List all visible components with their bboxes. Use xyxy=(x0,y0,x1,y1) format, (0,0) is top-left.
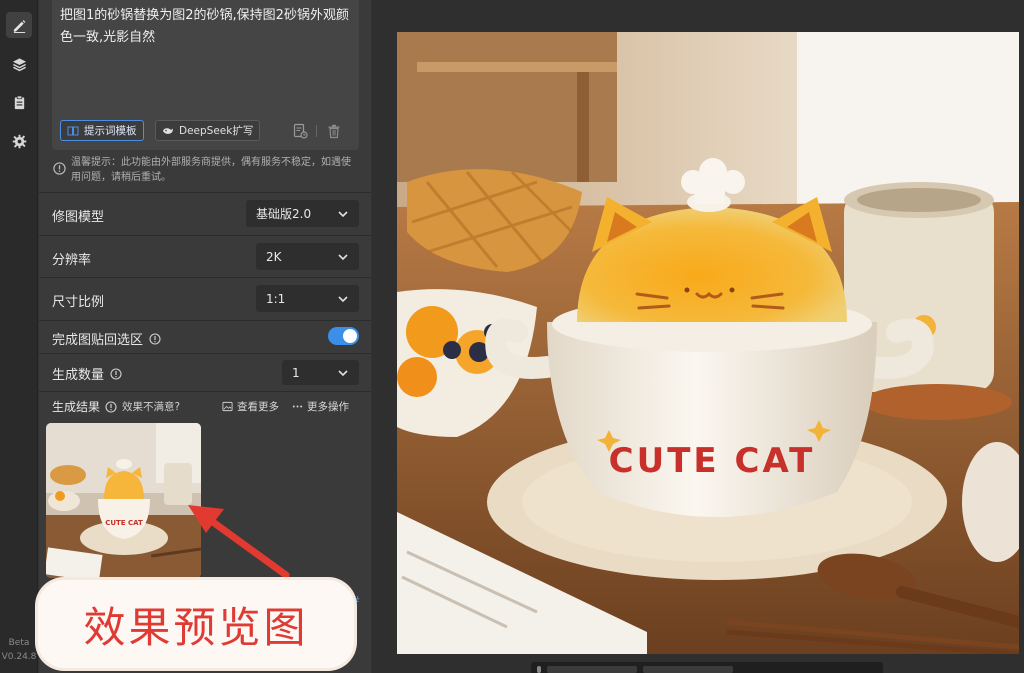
rail-layers-button[interactable] xyxy=(6,51,32,77)
prompt-textarea[interactable]: 把图1的砂锅替换为图2的砂锅,保持图2砂锅外观颜色一致,光影自然 xyxy=(60,5,350,49)
model-select[interactable]: 基础版2.0 xyxy=(246,200,359,227)
prompt-template-button[interactable]: 提示词模板 xyxy=(60,120,144,141)
version-label: Beta xyxy=(8,638,30,648)
toolbar-handle[interactable] xyxy=(537,666,541,673)
model-label: 修图模型 xyxy=(52,210,105,225)
count-label: 生成数量 xyxy=(52,368,105,383)
product-text: CUTE CAT xyxy=(609,441,816,481)
toolbar-segment-1[interactable] xyxy=(547,666,637,673)
view-more-label: 查看更多 xyxy=(237,401,279,413)
resolution-select[interactable]: 2K xyxy=(256,243,359,270)
app-window: Beta V0.24.8 把图1的砂锅替换为图2的砂锅,保持图2砂锅外观颜色一致… xyxy=(0,0,1024,673)
more-actions-link[interactable]: 更多操作 xyxy=(292,399,349,414)
rail-edit-button[interactable] xyxy=(6,12,32,38)
paste-back-toggle[interactable] xyxy=(328,327,359,345)
rail-notes-button[interactable] xyxy=(6,89,32,115)
result-thumbnail-image: CUTE CAT xyxy=(46,423,201,578)
canvas-image: CUTE CAT xyxy=(397,32,1019,654)
ratio-label: 尺寸比例 xyxy=(52,295,105,310)
more-actions-label: 更多操作 xyxy=(307,401,349,413)
ratio-select[interactable]: 1:1 xyxy=(256,285,359,312)
ratio-value: 1:1 xyxy=(266,291,286,306)
chevron-down-icon xyxy=(338,370,348,377)
results-divider xyxy=(39,391,371,392)
unsatisfied-link[interactable]: 效果不满意? xyxy=(122,399,180,414)
main-canvas-image[interactable]: CUTE CAT xyxy=(397,32,1019,654)
trash-icon[interactable] xyxy=(326,123,342,139)
info-icon[interactable] xyxy=(110,367,122,380)
left-rail: Beta V0.24.8 xyxy=(0,0,38,673)
paste-back-row: 完成图贴回选区 xyxy=(39,320,371,353)
count-select[interactable]: 1 xyxy=(282,360,359,385)
paste-back-label-wrap: 完成图贴回选区 xyxy=(52,329,161,348)
annotation-arrow xyxy=(188,505,290,579)
book-icon xyxy=(67,126,79,135)
chevron-down-icon xyxy=(338,211,348,218)
whale-icon xyxy=(163,127,173,134)
canvas-bottom-toolbar xyxy=(531,662,883,673)
toggle-knob xyxy=(343,329,357,343)
rail-settings-button[interactable] xyxy=(6,128,32,154)
prompt-box[interactable]: 把图1的砂锅替换为图2的砂锅,保持图2砂锅外观颜色一致,光影自然 提示词模板 D… xyxy=(52,0,359,150)
results-header: 生成结果 效果不满意? xyxy=(52,398,180,415)
pencil-icon xyxy=(13,19,25,33)
history-doc-icon[interactable] xyxy=(292,123,308,139)
info-icon[interactable] xyxy=(105,400,117,413)
chevron-down-icon xyxy=(338,296,348,303)
resolution-label: 分辨率 xyxy=(52,253,92,268)
deepseek-expand-button[interactable]: DeepSeek扩写 xyxy=(155,120,261,141)
count-label-wrap: 生成数量 xyxy=(52,364,122,383)
model-value: 基础版2.0 xyxy=(256,207,312,221)
info-icon[interactable] xyxy=(149,332,161,345)
chevron-down-icon xyxy=(338,254,348,261)
count-value: 1 xyxy=(292,365,300,380)
gear-icon xyxy=(12,134,26,148)
clipboard-icon xyxy=(14,95,24,109)
resolution-value: 2K xyxy=(266,249,282,264)
more-dots-icon xyxy=(292,405,303,408)
toolbar-segment-2[interactable] xyxy=(643,666,733,673)
warning-icon xyxy=(53,162,66,175)
paste-back-label: 完成图贴回选区 xyxy=(52,333,144,348)
thumb-product-text: CUTE CAT xyxy=(105,519,143,527)
prompt-template-label: 提示词模板 xyxy=(84,125,137,137)
box-divider xyxy=(316,125,317,137)
service-notice: 温馨提示：此功能由外部服务商提供，偶有服务不稳定，如遇使用问题，请稍后重试。 xyxy=(71,157,351,183)
results-label: 生成结果 xyxy=(52,400,101,414)
preview-caption: 效果预览图 xyxy=(38,580,354,668)
gallery-icon xyxy=(222,401,233,412)
result-thumbnail[interactable]: CUTE CAT xyxy=(46,423,201,578)
deepseek-expand-label: DeepSeek扩写 xyxy=(179,125,254,137)
layers-icon xyxy=(12,57,26,71)
view-more-link[interactable]: 查看更多 xyxy=(222,399,279,414)
version-number: V0.24.8 xyxy=(1,652,37,662)
